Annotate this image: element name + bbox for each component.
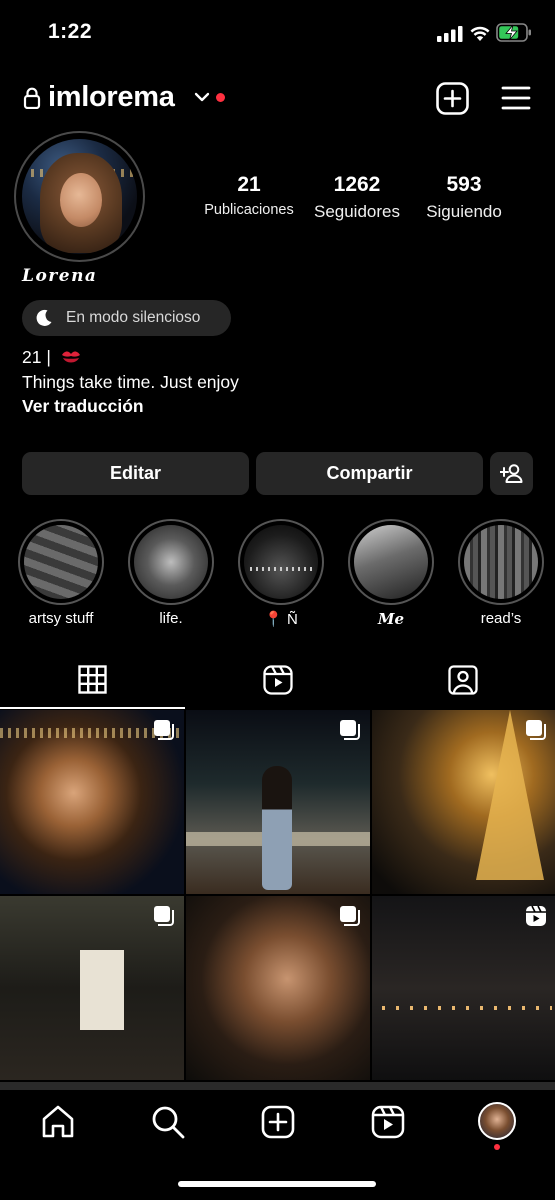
carousel-icon: [154, 720, 174, 740]
highlight-location[interactable]: 📍 Ñ: [236, 519, 326, 628]
reels-icon[interactable]: [370, 1104, 406, 1140]
lock-icon: [23, 87, 41, 109]
tab-tagged[interactable]: [370, 656, 555, 709]
reels-icon: [263, 665, 293, 695]
status-bar: 1:22: [0, 0, 555, 66]
profile-tab-avatar[interactable]: [478, 1102, 516, 1140]
highlight-cover: [464, 525, 538, 599]
bio-age: 21 |: [22, 347, 51, 367]
grid-icon: [78, 665, 107, 694]
create-icon[interactable]: [260, 1104, 296, 1140]
posts-label: Publicaciones: [204, 202, 294, 218]
share-profile-button[interactable]: Compartir: [256, 452, 483, 495]
profile-header: imlorema: [0, 80, 555, 120]
display-name: Lorena: [22, 266, 98, 286]
stat-following[interactable]: 593 Siguiendo: [414, 173, 514, 222]
cellular-signal-icon: [437, 26, 463, 42]
chevron-down-icon[interactable]: [194, 91, 210, 103]
highlight-life[interactable]: life.: [126, 519, 216, 627]
highlight-label: read’s: [480, 610, 522, 627]
followers-count: 1262: [333, 173, 381, 196]
bio-line-2: Things take time. Just enjoy: [22, 372, 239, 392]
edit-profile-button[interactable]: Editar: [22, 452, 249, 495]
carousel-icon: [526, 720, 546, 740]
following-label: Siguiendo: [426, 202, 502, 221]
menu-icon[interactable]: [501, 84, 531, 112]
stat-posts[interactable]: 21 Publicaciones: [196, 173, 302, 218]
discover-people-button[interactable]: [490, 452, 533, 495]
highlight-label: artsy stuff: [28, 610, 94, 627]
silent-mode-label: En modo silencioso: [66, 309, 201, 326]
add-user-icon: [500, 464, 523, 483]
post-thumbnail[interactable]: [372, 896, 555, 1080]
search-icon[interactable]: [150, 1104, 186, 1140]
username[interactable]: imlorema: [48, 81, 175, 114]
following-count: 593: [446, 173, 482, 196]
carousel-icon: [154, 906, 174, 926]
posts-row-partial: [0, 1082, 555, 1090]
post-thumbnail[interactable]: [186, 896, 370, 1080]
highlight-cover: [24, 525, 98, 599]
carousel-icon: [340, 906, 360, 926]
silent-mode-badge[interactable]: En modo silencioso: [22, 300, 231, 336]
post-thumbnail[interactable]: [0, 896, 184, 1080]
highlight-cover: [244, 525, 318, 599]
posts-count: 21: [237, 173, 261, 196]
followers-label: Seguidores: [313, 202, 400, 221]
highlight-label: Me: [377, 610, 405, 628]
stat-followers[interactable]: 1262 Seguidores: [304, 173, 410, 222]
highlight-artsy-stuff[interactable]: artsy stuff: [16, 519, 106, 627]
notification-dot: [494, 1144, 500, 1150]
create-post-button[interactable]: [436, 82, 469, 115]
tab-posts[interactable]: [0, 656, 185, 709]
highlight-me[interactable]: Me: [346, 519, 436, 628]
reel-icon: [526, 905, 546, 926]
post-thumbnail[interactable]: [0, 710, 184, 894]
bio-line-1: 21 |: [22, 347, 82, 368]
kiss-icon: [61, 351, 80, 363]
wifi-icon: [470, 26, 490, 41]
highlight-label: life.: [159, 610, 183, 627]
notification-dot: [216, 93, 225, 102]
battery-charging-icon: [496, 23, 531, 42]
highlight-cover: [134, 525, 208, 599]
highlight-label: 📍 Ñ: [264, 611, 298, 628]
post-thumbnail[interactable]: [372, 710, 555, 894]
see-translation-link[interactable]: Ver traducción: [22, 396, 144, 417]
status-time: 1:22: [48, 20, 93, 43]
profile-tabs: [0, 656, 555, 709]
profile-avatar[interactable]: [22, 139, 137, 254]
tab-reels[interactable]: [185, 656, 370, 709]
carousel-icon: [340, 720, 360, 740]
highlight-reads[interactable]: read’s: [456, 519, 546, 627]
moon-icon: [36, 309, 52, 326]
tagged-icon: [448, 665, 478, 695]
home-indicator: [178, 1181, 376, 1187]
home-icon[interactable]: [40, 1104, 76, 1140]
highlight-cover: [354, 525, 428, 599]
post-thumbnail[interactable]: [186, 710, 370, 894]
